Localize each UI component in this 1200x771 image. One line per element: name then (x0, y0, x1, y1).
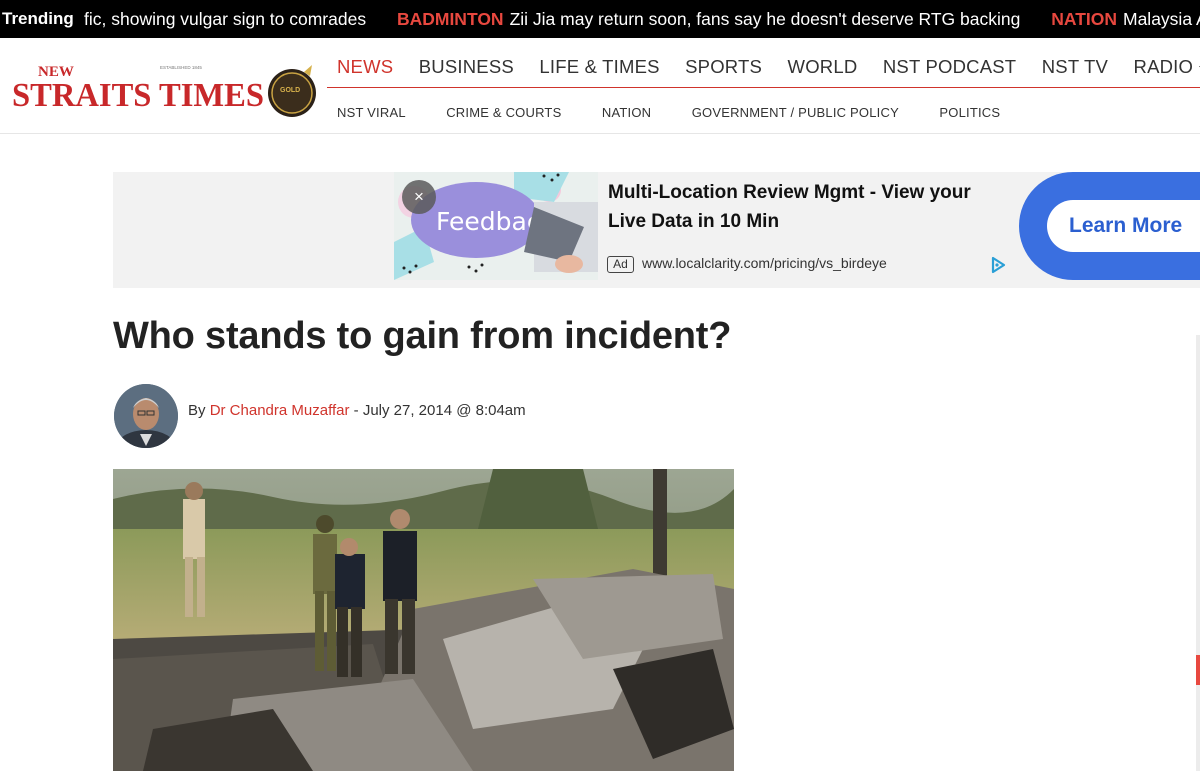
nst-logo-graphic: NEW STRAITS TIMES ESTABLISHED 1845 GOLD (12, 64, 316, 117)
trending-item[interactable]: BADMINTON Zii Jia may return soon, fans s… (397, 0, 1020, 38)
ad-headline[interactable]: Multi-Location Review Mgmt - View your L… (608, 178, 1008, 236)
nav-news[interactable]: NEWS (337, 54, 393, 80)
ad-badge: Ad (607, 256, 634, 273)
sub-nav: NST VIRAL CRIME & COURTS NATION GOVERNME… (337, 104, 1036, 122)
byline: By Dr Chandra Muzaffar - July 27, 2014 @… (188, 402, 526, 419)
ad-image[interactable]: Feedback × (394, 172, 598, 280)
subnav-government-public-policy[interactable]: GOVERNMENT / PUBLIC POLICY (692, 105, 899, 120)
author-avatar[interactable] (114, 384, 178, 448)
svg-text:STRAITS TIMES: STRAITS TIMES (12, 77, 264, 114)
nav-life-times[interactable]: LIFE & TIMES (539, 54, 659, 80)
publish-date: - July 27, 2014 @ 8:04am (353, 402, 526, 419)
nav-business[interactable]: BUSINESS (419, 54, 514, 80)
subnav-nation[interactable]: NATION (602, 105, 651, 120)
page-edge-strip (1196, 335, 1200, 771)
adchoices-icon[interactable] (989, 256, 1007, 274)
nav-sports[interactable]: SPORTS (685, 54, 762, 80)
trending-category: NATION (1051, 9, 1117, 29)
trending-item[interactable]: fic, showing vulgar sign to comrades (84, 0, 366, 38)
trending-label: Trending (0, 0, 74, 38)
nav-nst-tv[interactable]: NST TV (1042, 54, 1108, 80)
author-portrait (114, 384, 178, 448)
ad-url[interactable]: www.localclarity.com/pricing/vs_birdeye (642, 255, 887, 271)
site-logo[interactable]: NEW STRAITS TIMES ESTABLISHED 1845 GOLD (12, 60, 318, 120)
nav-world[interactable]: WORLD (788, 54, 858, 80)
trending-item[interactable]: NATIONMalaysia Airlin (1051, 0, 1200, 38)
learn-more-button[interactable]: Learn More (1047, 200, 1200, 252)
svg-text:GOLD: GOLD (280, 87, 300, 94)
page-edge-marker (1196, 655, 1200, 685)
article-title: Who stands to gain from incident? (113, 315, 732, 357)
main-nav: NEWS BUSINESS LIFE & TIMES SPORTS WORLD … (337, 54, 1200, 88)
trending-ticker: fic, showing vulgar sign to comrades BAD… (84, 0, 1200, 38)
trending-category: BADMINTON (396, 9, 504, 29)
subnav-politics[interactable]: POLITICS (939, 105, 1000, 120)
trending-bar: fic, showing vulgar sign to comrades BAD… (0, 0, 1200, 38)
nav-nst-podcast[interactable]: NST PODCAST (883, 54, 1016, 80)
advertisement[interactable]: Feedback × Multi-Location Review Mgmt - … (113, 172, 1200, 288)
byline-by: By (188, 402, 206, 419)
close-icon[interactable]: × (402, 180, 436, 214)
site-header: NEW STRAITS TIMES ESTABLISHED 1845 GOLD … (0, 38, 1200, 134)
article-hero-image (113, 469, 734, 771)
subnav-crime-courts[interactable]: CRIME & COURTS (446, 105, 561, 120)
svg-text:ESTABLISHED 1845: ESTABLISHED 1845 (160, 65, 202, 70)
subnav-nst-viral[interactable]: NST VIRAL (337, 105, 406, 120)
author-link[interactable]: Dr Chandra Muzaffar (210, 402, 350, 419)
nav-divider (327, 87, 1200, 88)
crash-site-photo (113, 469, 734, 771)
nav-radio[interactable]: RADIO (1134, 54, 1200, 80)
